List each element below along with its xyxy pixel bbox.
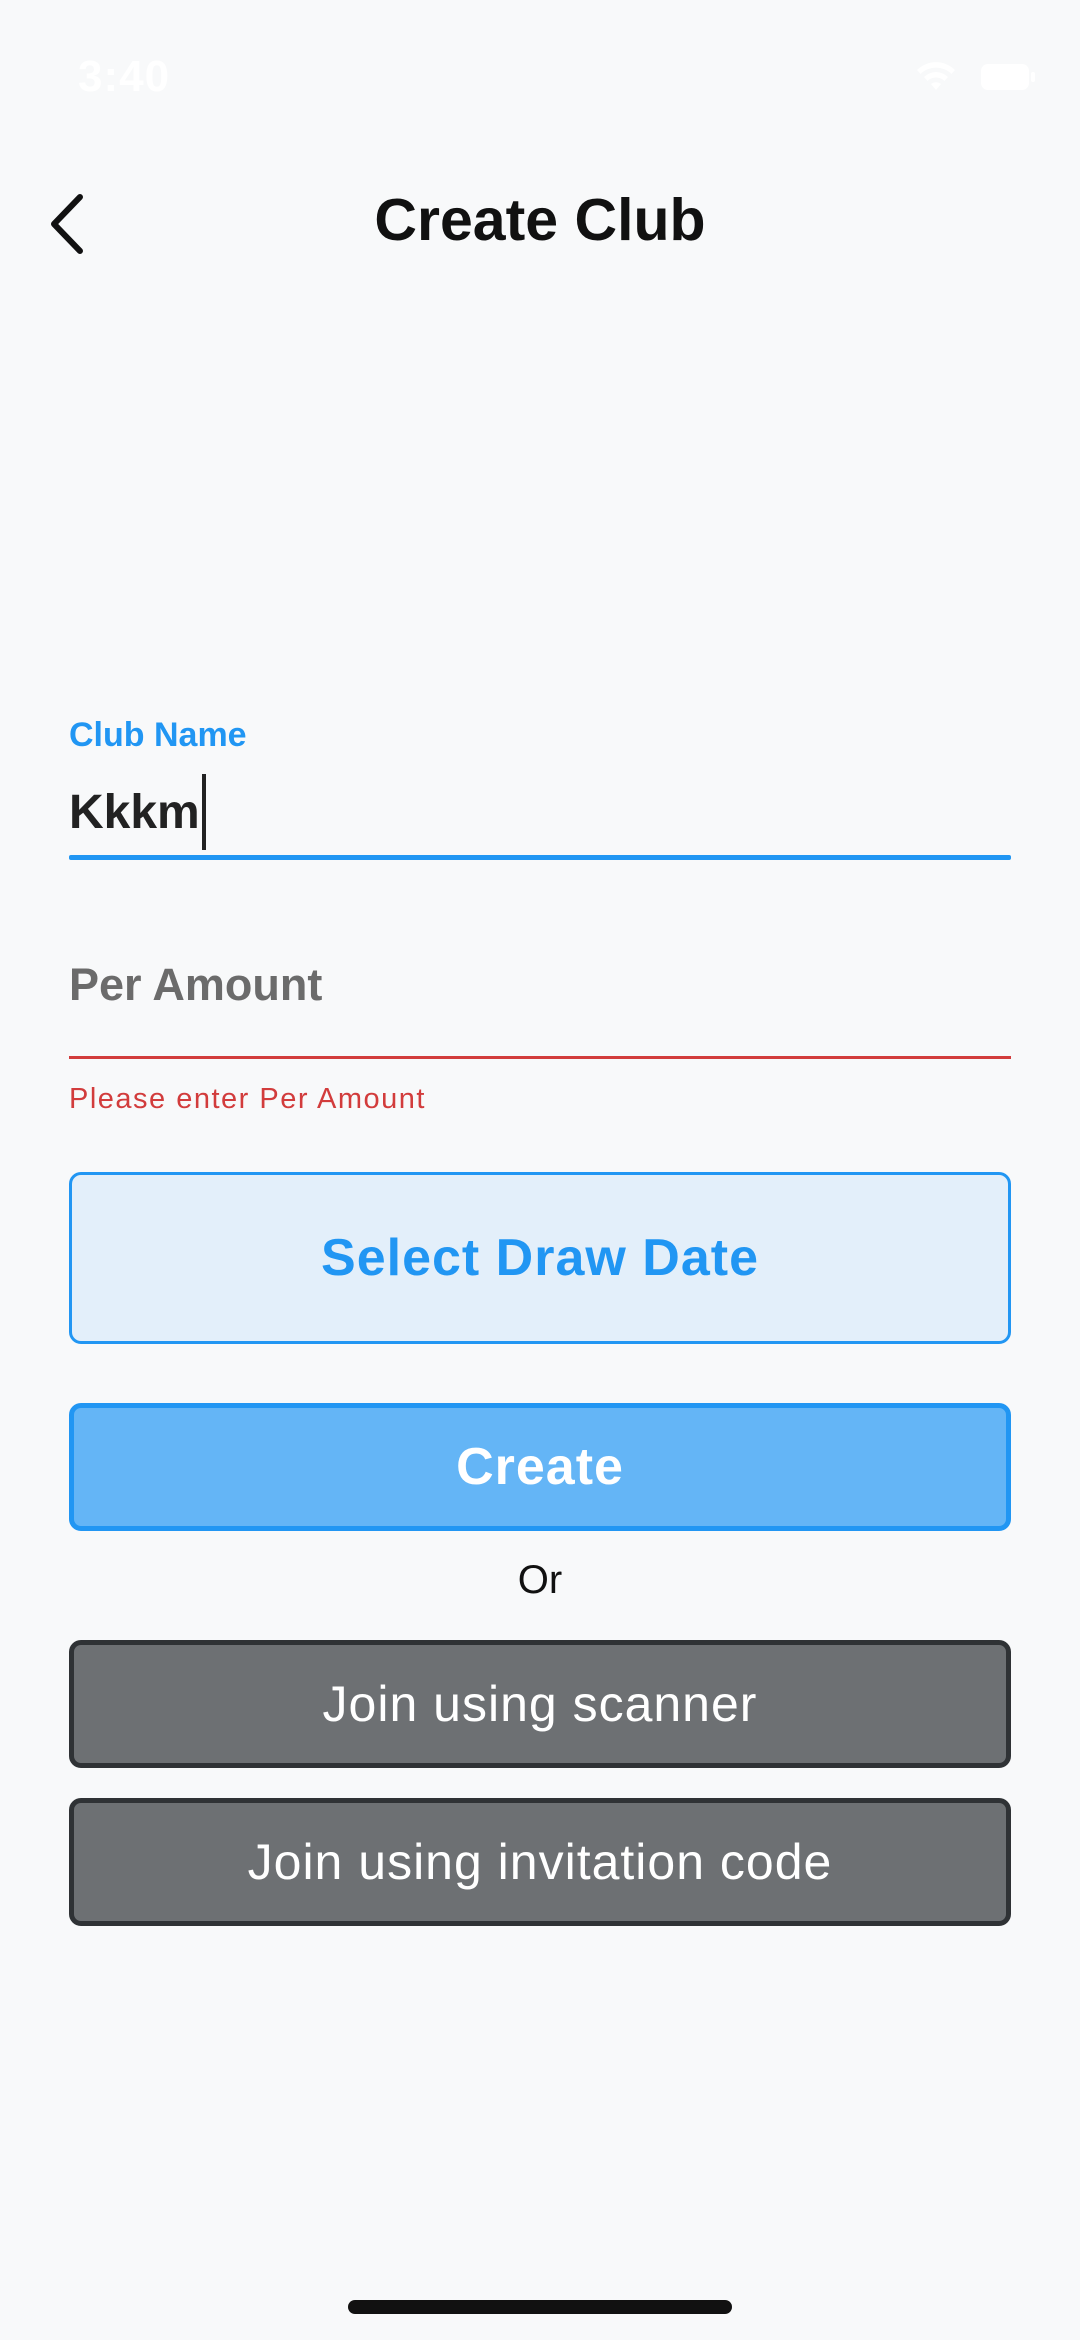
join-using-invitation-code-button[interactable]: Join using invitation code (69, 1798, 1011, 1926)
per-amount-underline (69, 1056, 1011, 1059)
wifi-icon (914, 60, 958, 99)
or-separator: Or (517, 1558, 563, 1602)
per-amount-error: Please enter Per Amount (69, 1083, 426, 1115)
club-name-label: Club Name (69, 716, 247, 754)
home-indicator[interactable] (348, 2300, 732, 2314)
join-using-scanner-button[interactable]: Join using scanner (69, 1640, 1011, 1768)
status-icons (914, 60, 1036, 99)
create-button[interactable]: Create (69, 1403, 1011, 1531)
create-club-screen: 3:40 Create Club Club Name Kkkm Per Amou… (0, 0, 1080, 2340)
club-name-field[interactable]: Club Name Kkkm (69, 716, 1011, 860)
battery-icon (980, 62, 1036, 97)
per-amount-input[interactable]: Per Amount (69, 950, 1011, 1020)
text-cursor (201, 774, 206, 850)
select-draw-date-button[interactable]: Select Draw Date (69, 1172, 1011, 1344)
club-name-value: Kkkm (69, 785, 200, 839)
per-amount-field[interactable]: Per Amount Please enter Per Amount (69, 950, 1011, 1116)
club-name-underline (69, 855, 1011, 860)
club-name-input[interactable]: Kkkm (69, 774, 1011, 850)
status-time: 3:40 (78, 52, 171, 101)
page-title: Create Club (374, 187, 706, 253)
